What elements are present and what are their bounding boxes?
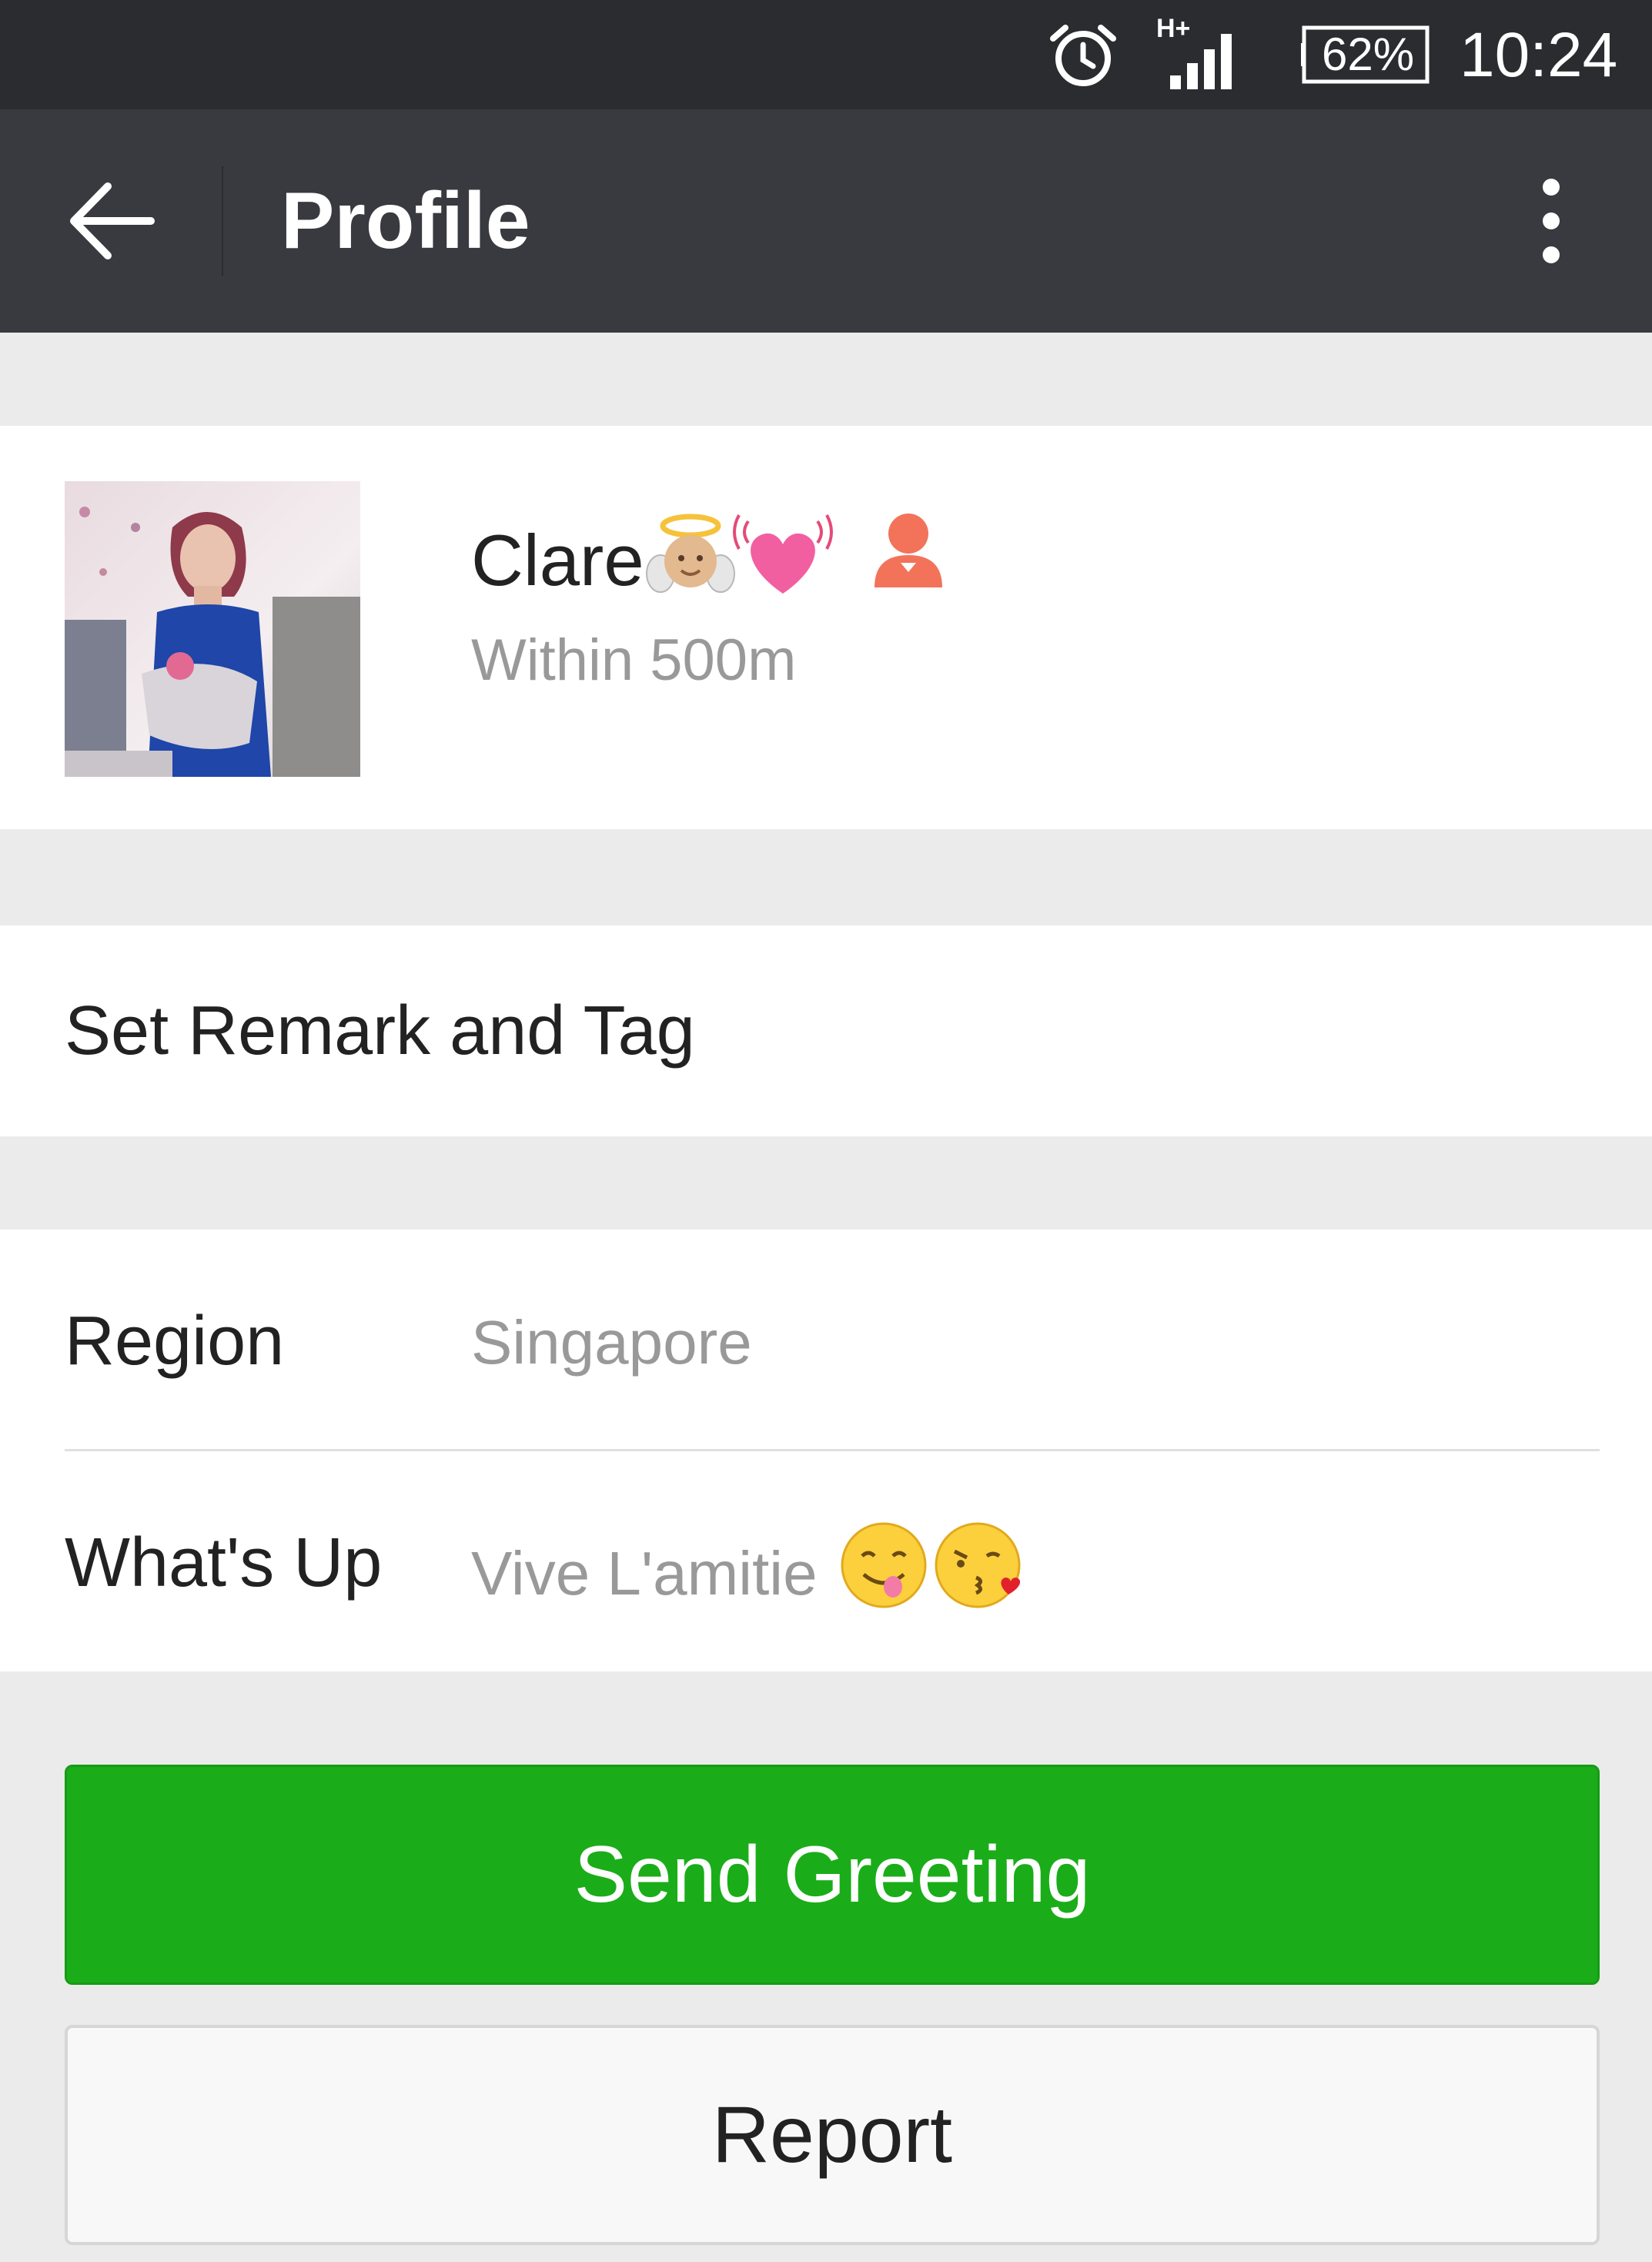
- region-value: Singapore: [471, 1308, 752, 1377]
- profile-card: Clare Within 500m: [0, 426, 1652, 829]
- header-divider: [222, 166, 223, 276]
- send-greeting-button[interactable]: Send Greeting: [65, 1765, 1600, 1985]
- angel-emoji: [646, 514, 735, 593]
- more-vertical-icon: [1543, 179, 1560, 196]
- more-vertical-icon-dot: [1543, 246, 1560, 263]
- set-remark-row[interactable]: Set Remark and Tag: [0, 925, 1652, 1136]
- row-divider: [65, 1449, 1600, 1451]
- alarm-clock-icon: [1050, 25, 1116, 86]
- female-icon: [874, 514, 942, 587]
- profile-distance: Within 500m: [471, 627, 797, 693]
- avatar-photo: [65, 481, 360, 777]
- status-bar: H+ 62% 10:24: [0, 0, 1652, 109]
- more-vertical-icon-dot: [1543, 212, 1560, 229]
- status-time: 10:24: [1460, 20, 1618, 90]
- back-button[interactable]: [46, 163, 177, 279]
- yum-emoji: [841, 1522, 927, 1608]
- battery-level: 62%: [1321, 28, 1415, 80]
- top-app-bar: Profile: [0, 109, 1652, 333]
- avatar[interactable]: [65, 481, 360, 777]
- set-remark-label: Set Remark and Tag: [65, 992, 695, 1069]
- page-title: Profile: [281, 176, 530, 266]
- region-label: Region: [65, 1303, 285, 1380]
- arrow-left-icon: [70, 182, 155, 259]
- whatsup-label: What's Up: [65, 1524, 383, 1601]
- report-button[interactable]: Report: [65, 2025, 1600, 2245]
- info-card: Region Singapore What's Up Vive L'amitie: [0, 1230, 1652, 1671]
- beating-heart-emoji: [733, 514, 833, 594]
- kissing-heart-emoji: [935, 1522, 1021, 1608]
- more-options-button[interactable]: [1524, 163, 1578, 279]
- network-type-label: H+: [1156, 14, 1190, 43]
- profile-name: Clare: [471, 520, 644, 601]
- whatsup-value: Vive L'amitie: [471, 1539, 818, 1608]
- cellular-signal-icon: H+: [1156, 14, 1232, 89]
